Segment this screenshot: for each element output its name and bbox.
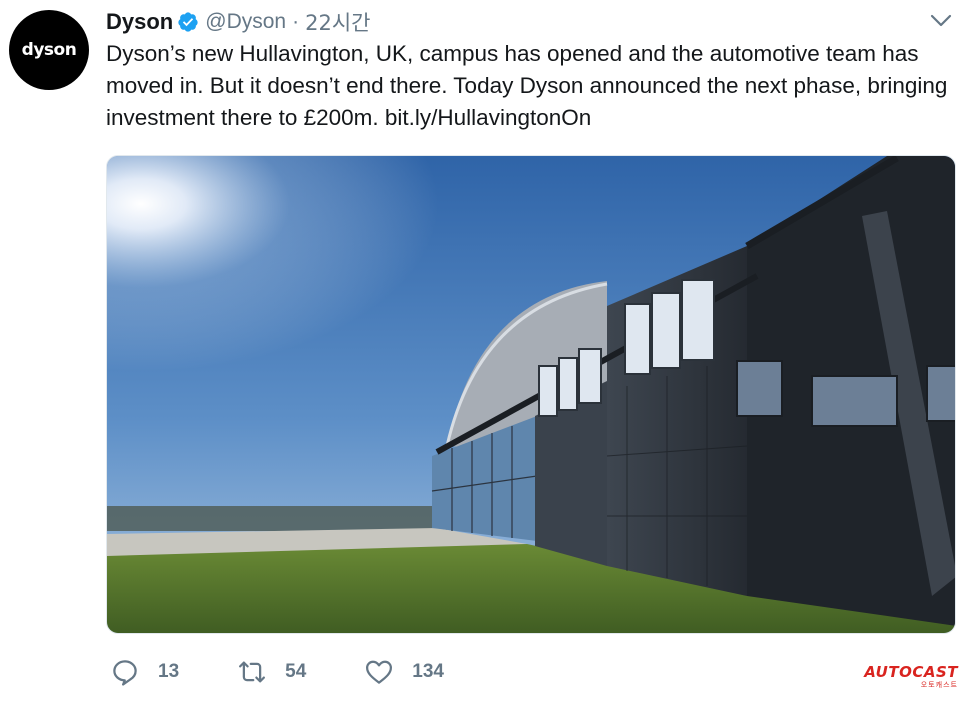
like-count: 134 — [412, 661, 444, 682]
reply-icon — [113, 660, 137, 686]
avatar[interactable]: dyson — [9, 10, 89, 90]
reply-button[interactable]: 13 — [110, 657, 179, 687]
autocast-watermark: AUTOCAST 오토캐스트 — [864, 663, 958, 690]
watermark-sub-text: 오토캐스트 — [920, 682, 958, 689]
tweet-header: Dyson @Dyson · 22시간 — [106, 8, 370, 36]
heart-icon — [366, 660, 393, 684]
retweet-icon — [239, 661, 266, 683]
hangar-photo — [107, 156, 955, 633]
verified-badge-icon — [178, 12, 198, 32]
separator-dot: · — [292, 10, 300, 33]
retweet-count: 54 — [285, 661, 307, 682]
reply-count: 13 — [158, 661, 180, 682]
chevron-down-icon[interactable] — [930, 14, 952, 28]
handle[interactable]: @Dyson — [205, 10, 286, 34]
display-name[interactable]: Dyson — [106, 9, 173, 35]
retweet-button[interactable]: 54 — [237, 657, 306, 687]
like-button[interactable]: 134 — [364, 657, 444, 687]
tweet-media-photo[interactable] — [106, 155, 956, 634]
avatar-logo-text: dyson — [21, 40, 77, 60]
timestamp[interactable]: 22시간 — [305, 7, 370, 37]
watermark-main-text: AUTOCAST — [864, 663, 958, 681]
tweet-link[interactable]: bit.ly/HullavingtonOn — [385, 105, 591, 130]
tweet-actions: 13 54 134 — [106, 655, 444, 689]
tweet-text: Dyson’s new Hullavington, UK, campus has… — [106, 38, 956, 134]
